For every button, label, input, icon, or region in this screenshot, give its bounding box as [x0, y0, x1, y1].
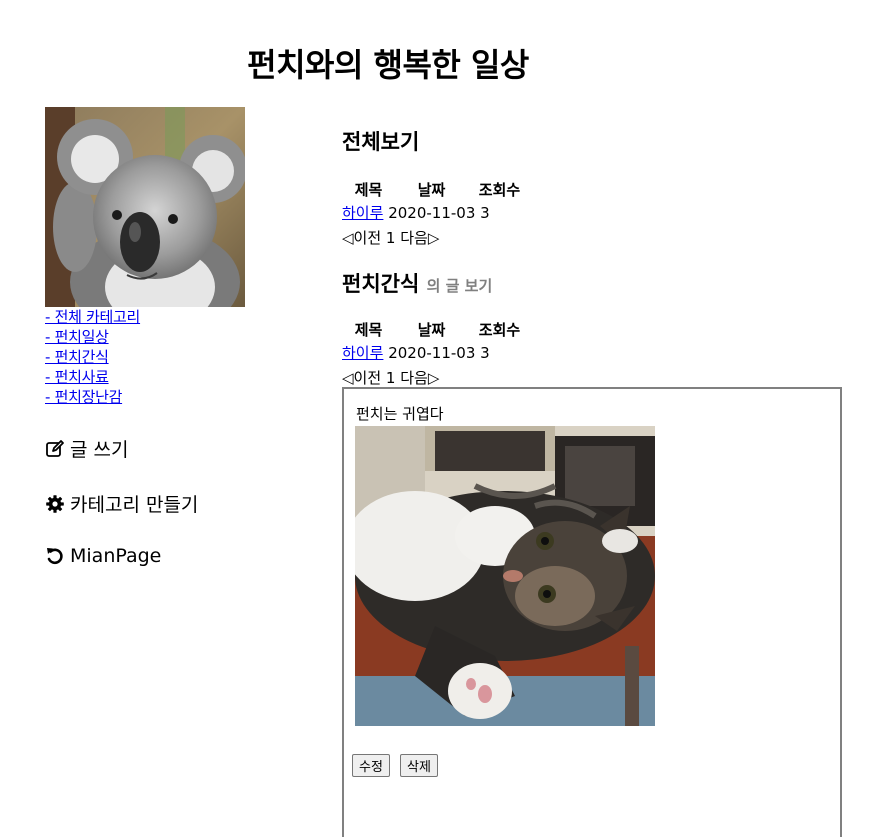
- table-row: 하이루 2020-11-03 3: [342, 201, 531, 223]
- category-posts-heading: 펀치간식 의 글 보기: [342, 268, 492, 298]
- post-views: 3: [480, 343, 490, 362]
- post-date: 2020-11-03: [388, 343, 476, 362]
- write-post-button[interactable]: 글 쓰기: [45, 435, 128, 462]
- gear-icon: [46, 494, 64, 513]
- column-header-date: 날짜: [417, 320, 446, 339]
- post-title-link[interactable]: 하이루: [342, 204, 383, 222]
- main-page-button[interactable]: MianPage: [45, 545, 161, 567]
- category-link-daily[interactable]: - 펀치일상: [45, 327, 140, 347]
- all-posts-table: 제목 날짜 조회수 하이루 2020-11-03 3: [342, 177, 531, 223]
- category-link-snack[interactable]: - 펀치간식: [45, 347, 140, 367]
- pager-prev[interactable]: ◁이전: [342, 369, 381, 387]
- undo-arrow-icon: [47, 548, 63, 565]
- all-posts-heading: 전체보기: [342, 130, 420, 154]
- pager-page[interactable]: 1: [386, 369, 396, 387]
- post-title-link[interactable]: 하이루: [342, 344, 383, 362]
- cat-post-image: [355, 426, 655, 726]
- pager-next[interactable]: 다음▷: [400, 229, 439, 247]
- category-heading-suffix: 의 글 보기: [426, 277, 493, 295]
- post-date: 2020-11-03: [388, 203, 476, 222]
- all-posts-pager: ◁이전 1 다음▷: [342, 227, 439, 248]
- pager-next[interactable]: 다음▷: [400, 369, 439, 387]
- delete-button[interactable]: 삭제: [400, 754, 438, 777]
- column-header-title: 제목: [354, 180, 383, 199]
- post-views: 3: [480, 203, 490, 222]
- pager-page[interactable]: 1: [386, 229, 396, 247]
- column-header-title: 제목: [354, 320, 383, 339]
- post-content: 펀치는 귀엽다: [356, 405, 444, 423]
- make-category-button[interactable]: 카테고리 만들기: [45, 490, 198, 517]
- make-category-label: 카테고리 만들기: [70, 494, 199, 516]
- koala-profile-image: [45, 107, 245, 307]
- category-list: - 전체 카테고리 - 펀치일상 - 펀치간식 - 펀치사료 - 펀치장난감: [45, 307, 140, 407]
- pager-prev[interactable]: ◁이전: [342, 229, 381, 247]
- column-header-views: 조회수: [478, 180, 521, 199]
- column-header-date: 날짜: [417, 180, 446, 199]
- column-header-views: 조회수: [478, 320, 521, 339]
- edit-button[interactable]: 수정: [352, 754, 390, 777]
- site-title: 펀치와의 행복한 일상: [247, 46, 529, 84]
- category-posts-pager: ◁이전 1 다음▷: [342, 367, 439, 388]
- table-row: 하이루 2020-11-03 3: [342, 341, 531, 363]
- main-page-label: MianPage: [70, 545, 162, 567]
- category-link-toy[interactable]: - 펀치장난감: [45, 387, 140, 407]
- category-name: 펀치간식: [342, 272, 420, 296]
- pencil-square-icon: [46, 439, 64, 457]
- category-link-all[interactable]: - 전체 카테고리: [45, 307, 140, 327]
- write-post-label: 글 쓰기: [70, 439, 129, 461]
- post-detail-box: 펀치는 귀엽다 수정 삭제: [342, 387, 842, 837]
- category-link-feed[interactable]: - 펀치사료: [45, 367, 140, 387]
- category-posts-table: 제목 날짜 조회수 하이루 2020-11-03 3: [342, 317, 531, 363]
